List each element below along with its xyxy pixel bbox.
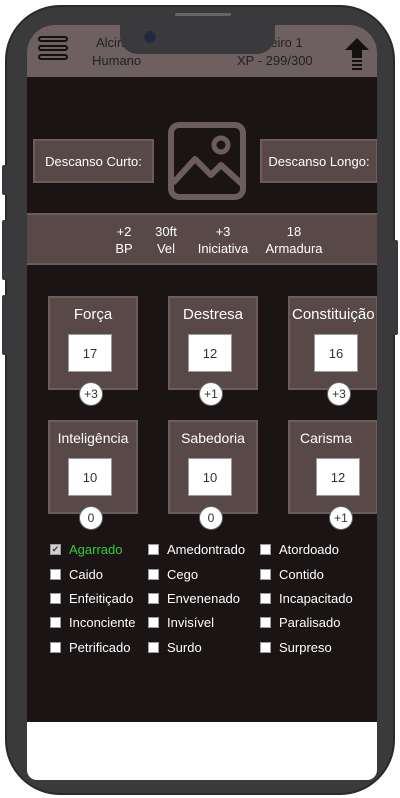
condition-label: Atordoado	[279, 542, 339, 557]
character-sheet: Descanso Curto: Descanso Longo: +2 BP 30…	[27, 77, 377, 722]
stat-bp: +2 BP	[109, 223, 139, 257]
stat-initiative-value: +3	[215, 224, 231, 239]
side-button-left-3	[2, 295, 8, 355]
checkbox-box[interactable]	[260, 617, 271, 628]
stat-armor: 18 Armadura	[261, 223, 327, 257]
condition-label: Surdo	[167, 640, 202, 655]
checkmark-icon[interactable]: ✔	[50, 544, 61, 555]
side-button-right	[392, 240, 398, 335]
attribute-charisma: Carisma 12 +1	[288, 420, 377, 530]
condition-label: Surpreso	[279, 640, 332, 655]
character-race: Humano	[92, 53, 142, 68]
bottom-area	[27, 722, 377, 780]
short-rest-button[interactable]: Descanso Curto:	[33, 139, 154, 183]
attribute-strength: Força 17 +3	[48, 296, 138, 406]
checkbox-box[interactable]	[50, 617, 61, 628]
upload-icon[interactable]	[344, 36, 370, 70]
condition-checkbox[interactable]: Contido	[260, 567, 324, 582]
condition-label: Agarrado	[69, 542, 123, 557]
attribute-modifier: 0	[199, 506, 223, 530]
checkbox-box[interactable]	[148, 642, 159, 653]
side-button-left-2	[2, 220, 8, 280]
attribute-value-input[interactable]: 10	[68, 458, 112, 496]
condition-checkbox[interactable]: Invisível	[148, 615, 214, 630]
stat-armor-label: Armadura	[265, 241, 323, 256]
attribute-value-input[interactable]: 17	[68, 334, 112, 372]
condition-checkbox[interactable]: Envenenado	[148, 591, 240, 606]
attribute-modifier: +3	[79, 382, 103, 406]
attribute-modifier: +1	[199, 382, 223, 406]
checkbox-box[interactable]	[148, 544, 159, 555]
attribute-name: Constituição	[292, 306, 375, 323]
hamburger-icon[interactable]	[38, 36, 68, 64]
condition-label: Invisível	[167, 615, 214, 630]
condition-checkbox[interactable]: Inconciente	[50, 615, 136, 630]
attribute-constitution: Constituição 16 +3	[288, 296, 377, 406]
image-placeholder-icon[interactable]	[167, 121, 247, 201]
checkbox-box[interactable]	[260, 593, 271, 604]
condition-checkbox[interactable]: Cego	[148, 567, 198, 582]
combat-stats-bar: +2 BP 30ft Vel +3 Iniciativa 18 Armadura	[27, 213, 377, 265]
checkbox-box[interactable]	[148, 593, 159, 604]
condition-label: Amedontrado	[167, 542, 246, 557]
condition-checkbox[interactable]: Surpreso	[260, 640, 332, 655]
attribute-name: Destresa	[182, 306, 244, 323]
attribute-value-input[interactable]: 16	[314, 334, 358, 372]
condition-checkbox[interactable]: Atordoado	[260, 542, 339, 557]
condition-checkbox[interactable]: Petrificado	[50, 640, 130, 655]
stat-speed-label: Vel	[156, 241, 176, 256]
attribute-modifier: +1	[329, 506, 353, 530]
condition-label: Envenenado	[167, 591, 241, 606]
camera	[144, 31, 156, 43]
checkbox-box[interactable]	[260, 642, 271, 653]
condition-label: Inconciente	[69, 615, 136, 630]
stat-speed-value: 30ft	[155, 224, 177, 239]
condition-label: Enfeitiçado	[69, 591, 134, 606]
attribute-name: Força	[73, 306, 113, 323]
condition-label: Petrificado	[69, 640, 131, 655]
condition-checkbox[interactable]: ✔ Agarrado	[50, 542, 122, 557]
attribute-name: Sabedoria	[181, 430, 245, 446]
condition-checkbox[interactable]: Paralisado	[260, 615, 340, 630]
checkbox-box[interactable]	[148, 569, 159, 580]
checkbox-box[interactable]	[260, 544, 271, 555]
condition-checkbox[interactable]: Incapacitado	[260, 591, 353, 606]
condition-checkbox[interactable]: Enfeitiçado	[50, 591, 133, 606]
speaker	[175, 13, 231, 16]
stat-initiative: +3 Iniciativa	[193, 223, 253, 257]
checkbox-box[interactable]	[50, 569, 61, 580]
attribute-modifier: 0	[79, 506, 103, 530]
attribute-modifier: +3	[327, 382, 351, 406]
stat-initiative-label: Iniciativa	[197, 241, 249, 256]
condition-checkbox[interactable]: Caido	[50, 567, 103, 582]
stat-armor-value: 18	[286, 224, 302, 239]
attribute-name: Carisma	[300, 430, 353, 446]
stat-bp-label: BP	[115, 241, 133, 256]
attribute-intelligence: Inteligência 10 0	[48, 420, 138, 530]
long-rest-button[interactable]: Descanso Longo:	[260, 139, 377, 183]
checkbox-box[interactable]	[148, 617, 159, 628]
stat-speed: 30ft Vel	[149, 223, 183, 257]
checkbox-box[interactable]	[50, 642, 61, 653]
attribute-dexterity: Destresa 12 +1	[168, 296, 258, 406]
attribute-name: Inteligência	[57, 430, 129, 446]
character-xp: XP - 299/300	[237, 53, 313, 68]
condition-label: Cego	[167, 567, 199, 582]
attribute-value-input[interactable]: 10	[188, 458, 232, 496]
condition-label: Incapacitado	[279, 591, 353, 606]
attribute-value-input[interactable]: 12	[188, 334, 232, 372]
side-button-left-1	[2, 165, 8, 195]
attribute-value-input[interactable]: 12	[316, 458, 360, 496]
condition-checkbox[interactable]: Amedontrado	[148, 542, 245, 557]
condition-label: Caido	[69, 567, 103, 582]
checkbox-box[interactable]	[260, 569, 271, 580]
condition-label: Paralisado	[279, 615, 341, 630]
condition-checkbox[interactable]: Surdo	[148, 640, 202, 655]
attribute-wisdom: Sabedoria 10 0	[168, 420, 258, 530]
checkbox-box[interactable]	[50, 593, 61, 604]
stat-bp-value: +2	[116, 224, 132, 239]
condition-label: Contido	[279, 567, 324, 582]
